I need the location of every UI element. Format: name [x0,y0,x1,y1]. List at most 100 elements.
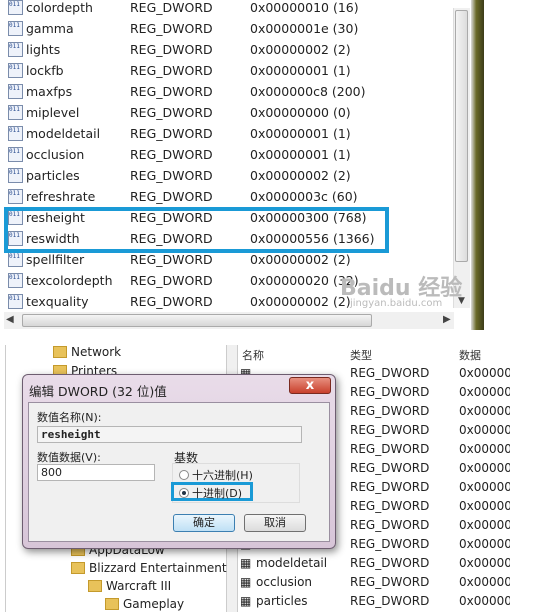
value-name-field: resheight [37,426,302,443]
edit-dword-dialog: 编辑 DWORD (32 位)值 x 数值名称(N): resheight 数值… [22,374,336,549]
tree-item[interactable]: Gameplay [105,597,184,611]
value-data: 0x000000c8 (200) [250,84,366,99]
reg-binary-icon: 011 110 [8,0,23,15]
value-name: occlusion [26,147,85,162]
value-data-label: 数值数据(V): [37,451,101,464]
close-button[interactable]: x [289,377,331,394]
radio-decimal-icon[interactable] [179,488,189,498]
ok-button[interactable]: 确定 [173,514,235,532]
reg-binary-icon: ▦ [240,575,252,589]
value-type: REG_DWORD [130,0,213,15]
radio-decimal[interactable]: 十进制(D) [179,485,242,501]
value-data: 0x00000001 (1) [250,126,351,141]
value-type: REG_DWORD [130,273,213,288]
registry-value-row[interactable]: ▦ particles REG_DWORD 0x00000 [240,592,510,611]
value-type: REG_DWORD [350,366,430,380]
radio-hex[interactable]: 十六进制(H) [179,467,253,483]
value-data: 0x00000001 (1) [250,147,351,162]
highlight-box-resolution [4,207,389,253]
reg-binary-icon: 011 110 [8,147,23,162]
value-name: particles [256,594,308,608]
radio-hex-label: 十六进制(H) [192,469,253,482]
value-data: 0x00000 [459,518,510,532]
tree-item[interactable]: Network [53,345,121,359]
value-type: REG_DWORD [350,594,430,608]
tree-item-label: Blizzard Entertainment [89,561,227,575]
value-type: REG_DWORD [130,105,213,120]
folder-icon [53,346,67,358]
registry-value-row[interactable]: ▦ occlusion REG_DWORD 0x00000 [240,573,510,592]
value-data: 0x00000 [459,366,510,380]
tree-item[interactable]: Blizzard Entertainment [71,561,227,575]
value-data: 0x00000002 (2) [250,42,351,57]
reg-binary-icon: 011 110 [8,105,23,120]
value-data: 0x00000 [459,556,510,570]
column-header-type[interactable]: 类型 [350,347,372,363]
tree-item-label: Warcraft III [106,579,172,593]
value-data: 0x00000002 (2) [250,168,351,183]
scroll-left-arrow-icon[interactable]: ◀ [6,314,14,325]
value-name: miplevel [26,105,80,120]
value-data: 0x00000 [459,594,510,608]
value-type: REG_DWORD [350,385,430,399]
value-name: gamma [26,21,74,36]
value-name: maxfps [26,84,73,99]
value-type: REG_DWORD [130,84,213,99]
radio-hex-icon[interactable] [179,470,189,480]
value-type: REG_DWORD [130,126,213,141]
reg-binary-icon: 011 110 [8,189,23,204]
value-name: lights [26,42,61,57]
vertical-scroll-thumb[interactable] [455,10,468,262]
value-data: 0x0000001e (30) [250,21,359,36]
value-name: modeldetail [256,556,328,570]
value-data: 0x00000002 (2) [250,294,351,309]
tree-item[interactable]: Warcraft III [88,579,171,593]
value-name: lockfb [26,63,64,78]
value-data: 0x00000001 (1) [250,63,351,78]
tree-item-label: Network [71,345,122,359]
value-type: REG_DWORD [130,21,213,36]
value-data: 0x00000000 (0) [250,105,351,120]
value-name: colordepth [26,0,93,15]
value-type: REG_DWORD [350,404,430,418]
reg-binary-icon: ▦ [240,556,252,570]
value-data: 0x00000 [459,480,510,494]
value-data: 0x00000010 (16) [250,0,359,15]
watermark-url: jingyan.baidu.com [350,298,443,309]
value-data: 0x00000 [459,537,510,551]
reg-binary-icon: 011 110 [8,294,23,309]
value-data: 0x00000 [459,442,510,456]
value-name: refreshrate [26,189,96,204]
column-header-name[interactable]: 名称 [242,347,264,363]
reg-binary-icon: ▦ [240,594,252,608]
value-name: texcolordepth [26,273,113,288]
value-data-input[interactable]: 800 [37,464,155,481]
value-data: 0x00000 [459,575,510,589]
value-type: REG_DWORD [130,189,213,204]
registry-value-row[interactable]: ▦ modeldetail REG_DWORD 0x00000 [240,554,510,573]
folder-icon [105,598,119,610]
value-name: texquality [26,294,89,309]
dialog-title: 编辑 DWORD (32 位)值 [29,384,167,399]
column-header-data[interactable]: 数据 [459,347,481,363]
value-type: REG_DWORD [130,168,213,183]
value-name: occlusion [256,575,313,589]
value-data: 0x00000 [459,499,510,513]
reg-binary-icon: 011 110 [8,84,23,99]
reg-binary-icon: 011 110 [8,63,23,78]
value-name: particles [26,168,80,183]
value-data: 0x00000 [459,423,510,437]
value-type: REG_DWORD [350,575,430,589]
value-data: 0x0000003c (60) [250,189,358,204]
value-name-label: 数值名称(N): [37,411,102,424]
reg-binary-icon: 011 110 [8,252,23,267]
radio-decimal-label: 十进制(D) [192,487,243,500]
reg-binary-icon: 011 110 [8,168,23,183]
cancel-button[interactable]: 取消 [244,514,306,532]
value-data: 0x00000 [459,404,510,418]
value-data: 0x00000 [459,461,510,475]
value-type: REG_DWORD [350,423,430,437]
horizontal-scroll-thumb[interactable] [22,314,372,327]
scroll-right-arrow-icon[interactable]: ▶ [443,314,451,325]
value-type: REG_DWORD [350,518,430,532]
